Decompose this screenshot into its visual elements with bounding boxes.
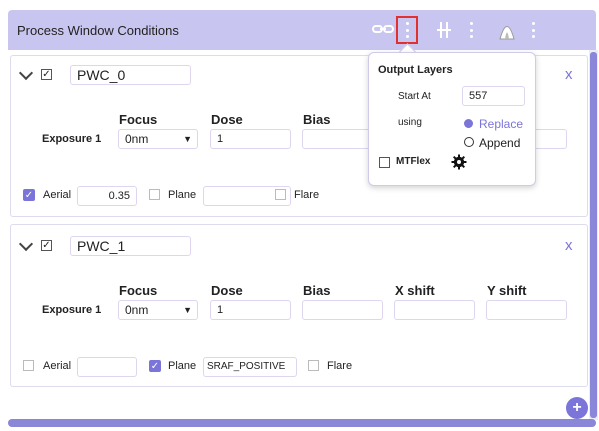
mtflex-label: MTFlex — [396, 156, 431, 167]
dose-field[interactable]: 1 — [210, 300, 291, 320]
horizontal-scrollbar[interactable] — [8, 419, 596, 427]
aerial-field[interactable] — [77, 357, 137, 377]
scrollbar-thumb[interactable] — [590, 52, 597, 418]
exposure-label: Exposure 1 — [42, 304, 102, 316]
yshift-field[interactable] — [486, 300, 567, 320]
plane-field[interactable]: SRAF_POSITIVE — [203, 357, 297, 377]
start-at-label: Start At — [398, 91, 431, 102]
xshift-column-label: X shift — [395, 283, 435, 298]
focus-select[interactable]: 0nm ▼ — [118, 300, 198, 320]
enable-checkbox[interactable]: ✓ — [41, 240, 52, 251]
gear-icon[interactable] — [451, 154, 467, 170]
dose-field[interactable]: 1 — [210, 129, 291, 149]
aerial-label: Aerial — [43, 189, 72, 201]
split-menu-kebab-icon[interactable] — [468, 22, 474, 38]
mask-icon[interactable] — [498, 20, 516, 40]
enable-checkbox[interactable]: ✓ — [41, 69, 52, 80]
mask-menu-kebab-icon[interactable] — [530, 22, 536, 38]
aerial-label: Aerial — [43, 360, 72, 372]
close-button[interactable]: x — [565, 237, 573, 254]
append-radio[interactable] — [464, 137, 474, 147]
aerial-field[interactable]: 0.35 — [77, 186, 137, 206]
split-icon[interactable] — [436, 21, 452, 39]
plane-label: Plane — [168, 189, 197, 201]
replace-label[interactable]: Replace — [479, 117, 523, 131]
append-label[interactable]: Append — [479, 136, 520, 150]
focus-column-label: Focus — [119, 112, 158, 127]
plane-checkbox[interactable] — [149, 189, 160, 200]
bias-column-label: Bias — [303, 283, 331, 298]
close-button[interactable]: x — [565, 66, 573, 83]
focus-column-label: Focus — [119, 283, 158, 298]
select-arrow-icon: ▼ — [183, 305, 192, 315]
link-icon[interactable] — [372, 22, 394, 36]
using-label: using — [398, 117, 422, 128]
mtflex-checkbox[interactable] — [379, 157, 390, 168]
pwc-name-field[interactable]: PWC_1 — [70, 236, 191, 256]
flare-checkbox[interactable] — [275, 189, 286, 200]
dose-column-label: Dose — [211, 112, 243, 127]
bias-field[interactable] — [302, 300, 383, 320]
focus-select-value: 0nm — [125, 132, 149, 146]
pwc-name-field[interactable]: PWC_0 — [70, 65, 191, 85]
selection-highlight — [396, 16, 418, 44]
bias-column-label: Bias — [303, 112, 331, 127]
add-button[interactable]: + — [566, 397, 588, 419]
replace-radio[interactable] — [464, 119, 473, 128]
select-arrow-icon: ▼ — [183, 134, 192, 144]
yshift-column-label: Y shift — [487, 283, 527, 298]
focus-select[interactable]: 0nm ▼ — [118, 129, 198, 149]
aerial-checkbox[interactable]: ✓ — [23, 189, 35, 201]
dose-column-label: Dose — [211, 283, 243, 298]
plane-checkbox[interactable]: ✓ — [149, 360, 161, 372]
exposure-label: Exposure 1 — [42, 133, 102, 145]
flare-checkbox[interactable] — [308, 360, 319, 371]
flare-label: Flare — [294, 189, 320, 201]
panel-title: Process Window Conditions — [17, 23, 179, 38]
aerial-checkbox[interactable] — [23, 360, 34, 371]
xshift-field[interactable] — [394, 300, 475, 320]
popover-title: Output Layers — [378, 64, 453, 76]
focus-select-value: 0nm — [125, 303, 149, 317]
start-at-field[interactable]: 557 — [462, 86, 525, 106]
plane-label: Plane — [168, 360, 197, 372]
flare-label: Flare — [327, 360, 353, 372]
